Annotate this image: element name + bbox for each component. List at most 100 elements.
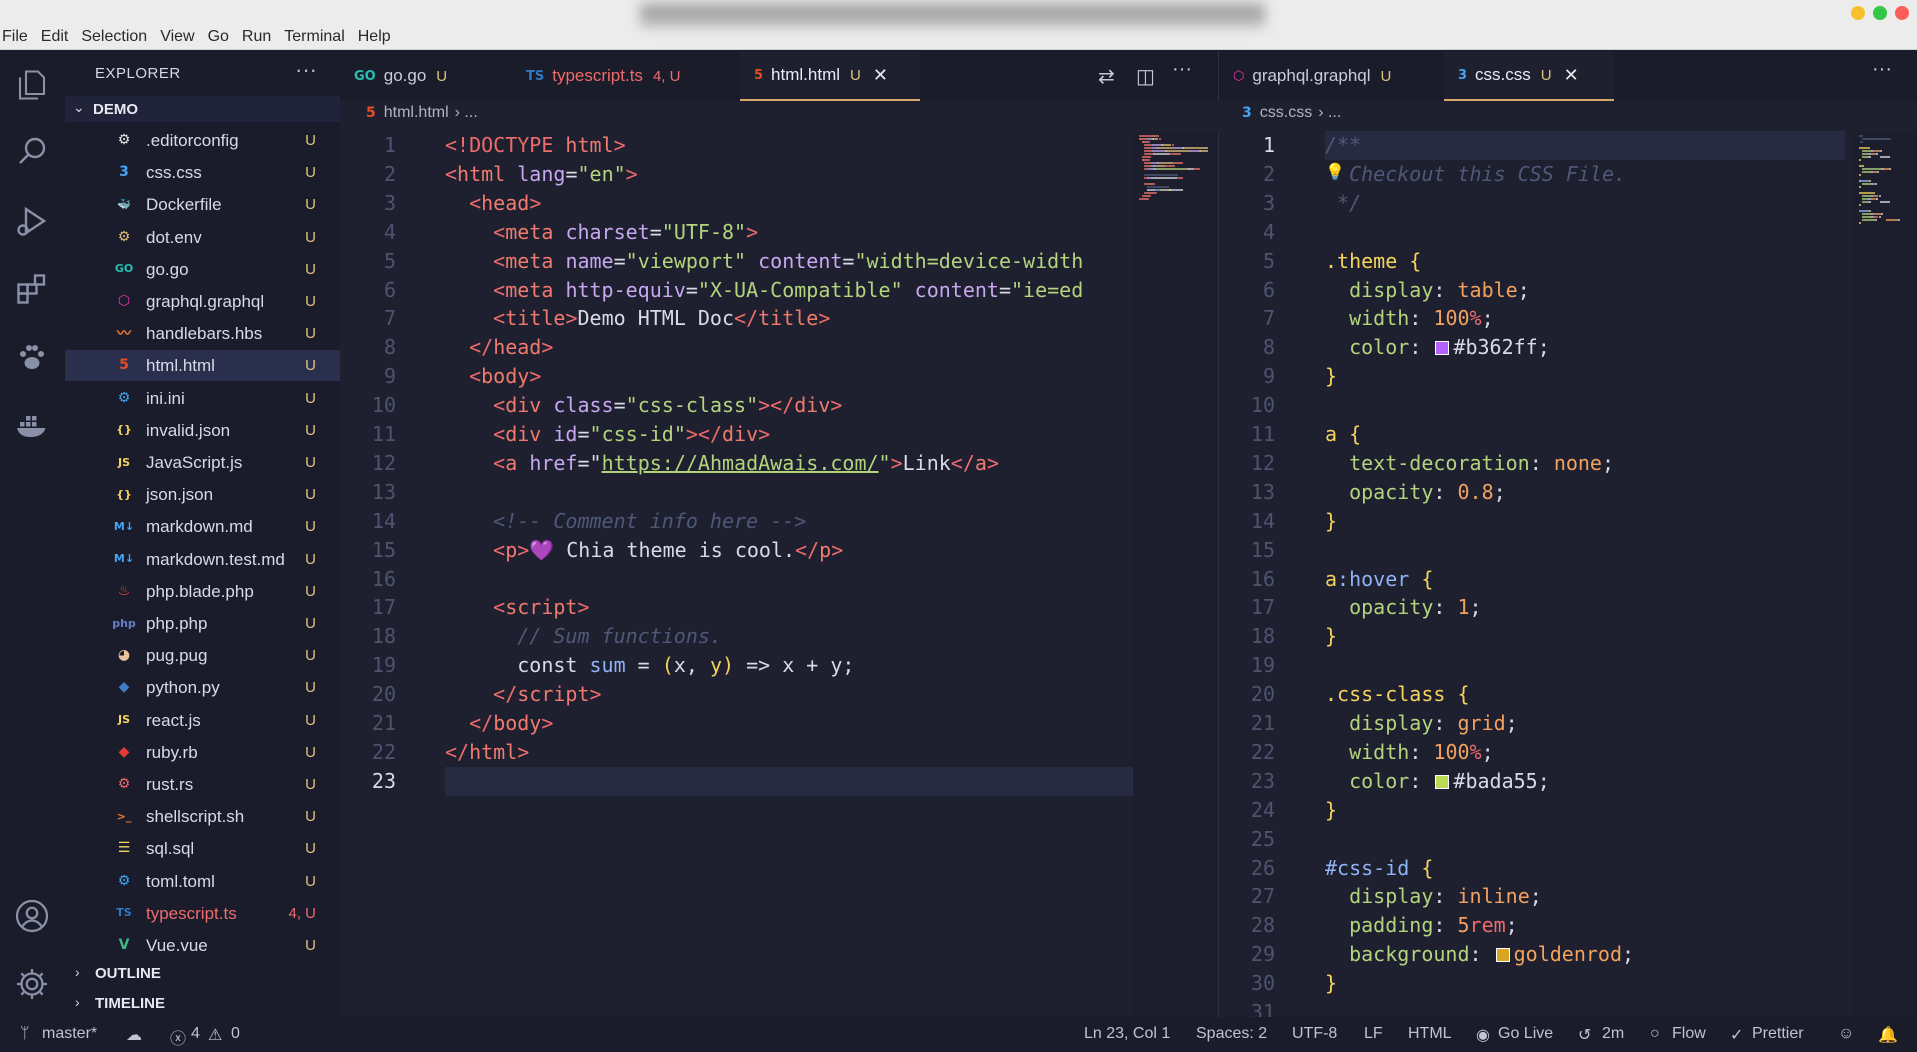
file-item[interactable]: {} json.json U (65, 479, 340, 510)
right-breadcrumb[interactable]: 3 css.css › ... (1242, 104, 1341, 122)
file-item[interactable]: ☰ sql.sql U (65, 833, 340, 864)
file-name: ini.ini (146, 388, 185, 408)
minimap-mark (1879, 150, 1882, 152)
timeline-section[interactable]: › TIMELINE (65, 988, 340, 1018)
breadcrumb[interactable]: 5 html.html › ... (366, 104, 478, 122)
warning-count[interactable]: 0 (231, 1025, 240, 1043)
file-item[interactable]: GO go.go U (65, 254, 340, 285)
file-item[interactable]: ⚙ rust.rs U (65, 769, 340, 800)
color-swatch[interactable]: #bada55 (1435, 774, 1450, 789)
flow-button[interactable]: Flow (1672, 1025, 1706, 1043)
sync-cloud-icon[interactable]: ☁ (126, 1025, 142, 1045)
file-item[interactable]: JS JavaScript.js U (65, 447, 340, 478)
file-item[interactable]: ◆ ruby.rb U (65, 737, 340, 768)
close-icon[interactable]: ✕ (873, 65, 888, 86)
end-of-line[interactable]: LF (1364, 1025, 1383, 1043)
close-icon[interactable]: ✕ (1564, 65, 1579, 86)
cursor-position[interactable]: Ln 23, Col 1 (1084, 1025, 1170, 1043)
feedback-icon[interactable]: ☺ (1838, 1025, 1854, 1043)
html-minimap[interactable] (1133, 131, 1218, 1017)
run-debug-icon[interactable] (12, 201, 52, 241)
go-live-button[interactable]: Go Live (1498, 1025, 1553, 1043)
file-item[interactable]: ♨ php.blade.php U (65, 576, 340, 607)
indentation[interactable]: Spaces: 2 (1196, 1025, 1267, 1043)
error-count[interactable]: 4 (191, 1025, 200, 1043)
tab-html-html[interactable]: 5 html.html U ✕ (740, 51, 920, 101)
tab-typescript-ts[interactable]: TS typescript.ts 4, U (512, 51, 710, 101)
time-tracker[interactable]: 2m (1602, 1025, 1624, 1043)
menu-item-edit[interactable]: Edit (41, 28, 69, 46)
file-item[interactable]: V Vue.vue U (65, 930, 340, 961)
close-window-button[interactable] (1895, 6, 1909, 20)
account-icon[interactable] (12, 896, 52, 936)
minimap-mark (1146, 192, 1155, 194)
file-item[interactable]: M↓ markdown.md U (65, 511, 340, 542)
file-item[interactable]: TS typescript.ts 4, U (65, 898, 340, 929)
settings-gear-icon[interactable] (12, 964, 52, 1004)
docker-icon[interactable] (12, 405, 52, 445)
tab-graphql-graphql[interactable]: ⬡ graphql.graphql U (1219, 51, 1429, 101)
right-editor-more-icon[interactable]: ··· (1872, 58, 1892, 81)
prettier-button[interactable]: Prettier (1752, 1025, 1804, 1043)
maximize-button[interactable] (1873, 6, 1887, 20)
search-icon[interactable] (12, 131, 52, 171)
file-item[interactable]: {} invalid.json U (65, 415, 340, 446)
extensions-icon[interactable] (12, 269, 52, 309)
minimap-mark (1879, 201, 1891, 203)
menu-item-selection[interactable]: Selection (81, 28, 147, 46)
explorer-title: EXPLORER (95, 65, 181, 82)
css-editor[interactable]: 1/** 2 Checkout this CSS File. 3 */4 5 .them… (1218, 131, 1853, 1024)
editor-more-icon[interactable]: ··· (1172, 58, 1192, 81)
file-item[interactable]: M↓ markdown.test.md U (65, 544, 340, 575)
explorer-more-button[interactable]: ··· (295, 57, 317, 83)
menu-item-help[interactable]: Help (358, 28, 391, 46)
file-item[interactable]: ⚙ toml.toml U (65, 866, 340, 897)
split-editor-icon[interactable]: ◫ (1136, 64, 1155, 89)
tab-css-css[interactable]: 3 css.css U ✕ (1444, 51, 1614, 101)
html-icon: 5 (366, 105, 376, 121)
file-name: invalid.json (146, 420, 231, 440)
code-token: "width=device-width (854, 248, 1084, 273)
tab-go-go[interactable]: GO go.go U (340, 51, 500, 101)
git-status-badge: U (305, 357, 316, 375)
file-item[interactable]: ◆ python.py U (65, 672, 340, 703)
git-status-badge: U (305, 454, 316, 471)
language-mode[interactable]: HTML (1408, 1025, 1452, 1043)
file-item[interactable]: ◕ pug.pug U (65, 640, 340, 671)
minimize-button[interactable] (1851, 6, 1865, 20)
file-item[interactable]: php php.php U (65, 608, 340, 639)
explorer-icon[interactable] (12, 65, 52, 105)
code-text: .theme { (1325, 247, 1421, 276)
branch-name[interactable]: master* (42, 1025, 97, 1043)
menu-item-go[interactable]: Go (208, 28, 229, 46)
file-item[interactable]: JS react.js U (65, 705, 340, 736)
menu-item-terminal[interactable]: Terminal (284, 28, 344, 46)
menu-item-run[interactable]: Run (242, 28, 271, 46)
code-token: > (589, 682, 602, 707)
encoding[interactable]: UTF-8 (1292, 1025, 1337, 1043)
menu-item-view[interactable]: View (160, 28, 194, 46)
file-item[interactable]: >_ shellscript.sh U (65, 801, 340, 832)
paw-icon[interactable] (12, 337, 52, 377)
file-item[interactable]: ⚙ dot.env U (65, 222, 340, 253)
tab-status: U (1380, 67, 1392, 85)
file-item[interactable]: ⚙ .editorconfig U (65, 125, 340, 156)
file-item[interactable]: 🐳 Dockerfile U (65, 189, 340, 220)
file-item[interactable]: 〰 handlebars.hbs U (65, 318, 340, 349)
notifications-bell-icon[interactable]: 🔔 (1878, 1025, 1898, 1045)
color-swatch[interactable]: #b362ff (1435, 341, 1450, 356)
menu-item-file[interactable]: File (2, 28, 28, 46)
file-item[interactable]: ⚙ ini.ini U (65, 383, 340, 414)
lightbulb-icon[interactable]: 💡 (1325, 162, 1345, 181)
outline-section[interactable]: › OUTLINE (65, 958, 340, 988)
css-minimap[interactable] (1853, 131, 1917, 1017)
open-changes-icon[interactable]: ⇄ (1098, 64, 1115, 89)
code-text: } (1325, 622, 1337, 651)
html-editor[interactable]: 1 <!DOCTYPE html> 2 <html lang="en"> 3 <head… (340, 131, 1133, 1017)
color-swatch[interactable]: #daa520 (1495, 948, 1510, 963)
code-token: 1 (1457, 595, 1470, 620)
file-item[interactable]: 5 html.html U (65, 350, 340, 382)
file-item[interactable]: 3 css.css U (65, 157, 340, 188)
folder-demo[interactable]: ⌄ DEMO (65, 96, 340, 122)
file-item[interactable]: ⬡ graphql.graphql U (65, 286, 340, 317)
